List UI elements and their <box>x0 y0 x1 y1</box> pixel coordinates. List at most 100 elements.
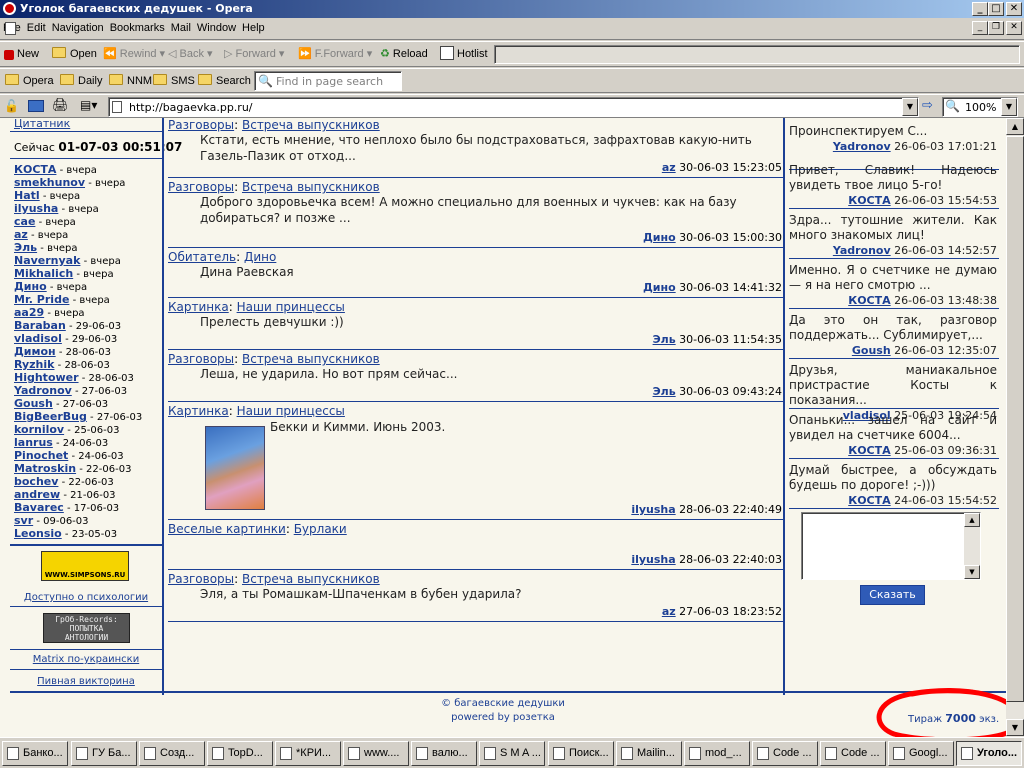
post-author-link[interactable]: ilyusha <box>631 503 675 516</box>
user-link[interactable]: Ryzhik <box>14 358 54 371</box>
taskbar-button[interactable]: Mailin... <box>616 741 682 766</box>
find-in-page-field[interactable]: 🔍 Find in page search <box>254 71 402 91</box>
post-author-link[interactable]: Дино <box>643 231 676 244</box>
taskbar-button[interactable]: TopD... <box>207 741 273 766</box>
post-author-link[interactable]: az <box>662 605 676 618</box>
bookmark-sms[interactable]: SMS <box>153 72 195 90</box>
go-icon[interactable]: ⇨ <box>922 98 933 113</box>
address-field[interactable]: http://bagaevka.pp.ru/ ▼ <box>108 97 919 117</box>
post-category-link[interactable]: Обитатель <box>168 250 236 264</box>
taskbar-button[interactable]: mod_... <box>684 741 750 766</box>
post-category-link[interactable]: Разговоры <box>168 118 234 132</box>
user-link[interactable]: Hightower <box>14 371 79 384</box>
user-link[interactable]: Mr. Pride <box>14 293 69 306</box>
page-scrollbar[interactable]: ▲ ▼ <box>1006 118 1024 737</box>
taskbar-button[interactable]: Поиск... <box>548 741 614 766</box>
menu-mail[interactable]: Mail <box>168 18 194 34</box>
psychology-link[interactable]: Доступно о психологии <box>10 592 162 603</box>
rewind-button[interactable]: ⏪ Rewind ▾ <box>103 45 165 63</box>
chat-author-link[interactable]: Yadronov <box>833 244 891 257</box>
post-topic-link[interactable]: Встреча выпускников <box>242 180 380 194</box>
user-link[interactable]: az <box>14 228 28 241</box>
matrix-link[interactable]: Matrix по-украински <box>10 654 162 665</box>
user-link[interactable]: kornilov <box>14 423 64 436</box>
chat-author-link[interactable]: Yadronov <box>833 140 891 153</box>
post-topic-link[interactable]: Дино <box>244 250 276 264</box>
chat-author-link[interactable]: КОСТА <box>848 294 890 307</box>
bookmark-opera[interactable]: Opera <box>5 72 54 90</box>
menu-bookmarks[interactable]: Bookmarks <box>107 18 168 34</box>
user-link[interactable]: Baraban <box>14 319 66 332</box>
say-button[interactable]: Сказать <box>860 585 925 605</box>
user-link[interactable]: Эль <box>14 241 37 254</box>
user-link[interactable]: Димон <box>14 345 56 358</box>
post-author-link[interactable]: Дино <box>643 281 676 294</box>
taskbar-button[interactable]: Code ... <box>752 741 818 766</box>
post-author-link[interactable]: Эль <box>653 333 676 346</box>
user-link[interactable]: cae <box>14 215 35 228</box>
post-author-link[interactable]: az <box>662 161 676 174</box>
post-topic-link[interactable]: Наши принцессы <box>237 404 345 418</box>
taskbar-button[interactable]: Созд... <box>139 741 205 766</box>
user-link[interactable]: BigBeerBug <box>14 410 87 423</box>
zoom-dropdown-button[interactable]: ▼ <box>1001 98 1017 116</box>
post-photo[interactable] <box>205 426 265 510</box>
menu-edit[interactable]: Edit <box>24 18 49 34</box>
zoom-field[interactable]: 🔍 100% ▼ <box>942 97 1018 117</box>
print-preview-icon[interactable]: 🖨 <box>52 98 69 113</box>
post-author-link[interactable]: Эль <box>653 385 676 398</box>
user-link[interactable]: svr <box>14 514 33 527</box>
page-restore-button[interactable]: ❐ <box>988 21 1004 35</box>
reload-button[interactable]: ♻ Reload <box>380 45 428 63</box>
post-category-link[interactable]: Картинка <box>168 404 229 418</box>
chat-author-link[interactable]: КОСТА <box>848 194 890 207</box>
user-link[interactable]: andrew <box>14 488 60 501</box>
taskbar-button[interactable]: Уголо... <box>956 741 1022 766</box>
taskbar-button[interactable]: S M A ... <box>479 741 545 766</box>
user-link[interactable]: lanrus <box>14 436 53 449</box>
taskbar-button[interactable]: www.... <box>343 741 409 766</box>
user-link[interactable]: Bavarec <box>14 501 64 514</box>
post-category-link[interactable]: Разговоры <box>168 352 234 366</box>
user-link[interactable]: Дино <box>14 280 47 293</box>
user-link[interactable]: vladisol <box>14 332 62 345</box>
user-link[interactable]: Navernyak <box>14 254 80 267</box>
chat-author-link[interactable]: КОСТА <box>848 494 890 507</box>
post-category-link[interactable]: Разговоры <box>168 180 234 194</box>
back-button[interactable]: ◁ Back ▾ <box>168 45 213 63</box>
page-icon[interactable]: ▤▾ <box>80 98 97 112</box>
grob-records-banner[interactable]: ГрОб-Records: ПОПЫТКА АНТОЛОГИИ <box>43 613 130 643</box>
menu-navigation[interactable]: Navigation <box>49 18 107 34</box>
security-lock-icon[interactable]: 🔓 <box>4 99 19 113</box>
user-link[interactable]: Mikhalich <box>14 267 73 280</box>
post-topic-link[interactable]: Встреча выпускников <box>242 118 380 132</box>
new-button[interactable]: New <box>4 45 39 63</box>
menu-help[interactable]: Help <box>239 18 268 34</box>
user-link[interactable]: bochev <box>14 475 58 488</box>
bookmark-nnm[interactable]: NNM <box>109 72 152 90</box>
chat-author-link[interactable]: Goush <box>852 344 891 357</box>
footer-powered[interactable]: powered by розетка <box>0 712 1006 723</box>
fast-forward-button[interactable]: ⏩ F.Forward ▾ <box>298 45 372 63</box>
taskbar-button[interactable]: ГУ Ба... <box>71 741 137 766</box>
scroll-up-button[interactable]: ▲ <box>1006 118 1024 135</box>
user-link[interactable]: smekhunov <box>14 176 85 189</box>
post-category-link[interactable]: Разговоры <box>168 572 234 586</box>
forward-button[interactable]: ▷ Forward ▾ <box>224 45 284 63</box>
user-link[interactable]: КОСТА <box>14 163 56 176</box>
page-minimize-button[interactable]: _ <box>972 21 988 35</box>
user-link[interactable]: Leonsio <box>14 527 62 540</box>
post-category-link[interactable]: Картинка <box>168 300 229 314</box>
bookmark-search[interactable]: Search <box>198 72 251 90</box>
quotes-link[interactable]: Цитатник <box>14 118 70 130</box>
address-dropdown-button[interactable]: ▼ <box>902 98 918 116</box>
close-button[interactable]: ✕ <box>1006 2 1022 16</box>
user-link[interactable]: Matroskin <box>14 462 76 475</box>
user-link[interactable]: aa29 <box>14 306 44 319</box>
simpsons-banner[interactable]: WWW.SIMPSONS.RU <box>41 551 129 581</box>
post-author-link[interactable]: ilyusha <box>631 553 675 566</box>
textarea-scroll-up[interactable]: ▲ <box>964 513 980 527</box>
taskbar-button[interactable]: валю... <box>411 741 477 766</box>
open-button[interactable]: Open <box>52 45 97 63</box>
chat-author-link[interactable]: КОСТА <box>848 444 890 457</box>
